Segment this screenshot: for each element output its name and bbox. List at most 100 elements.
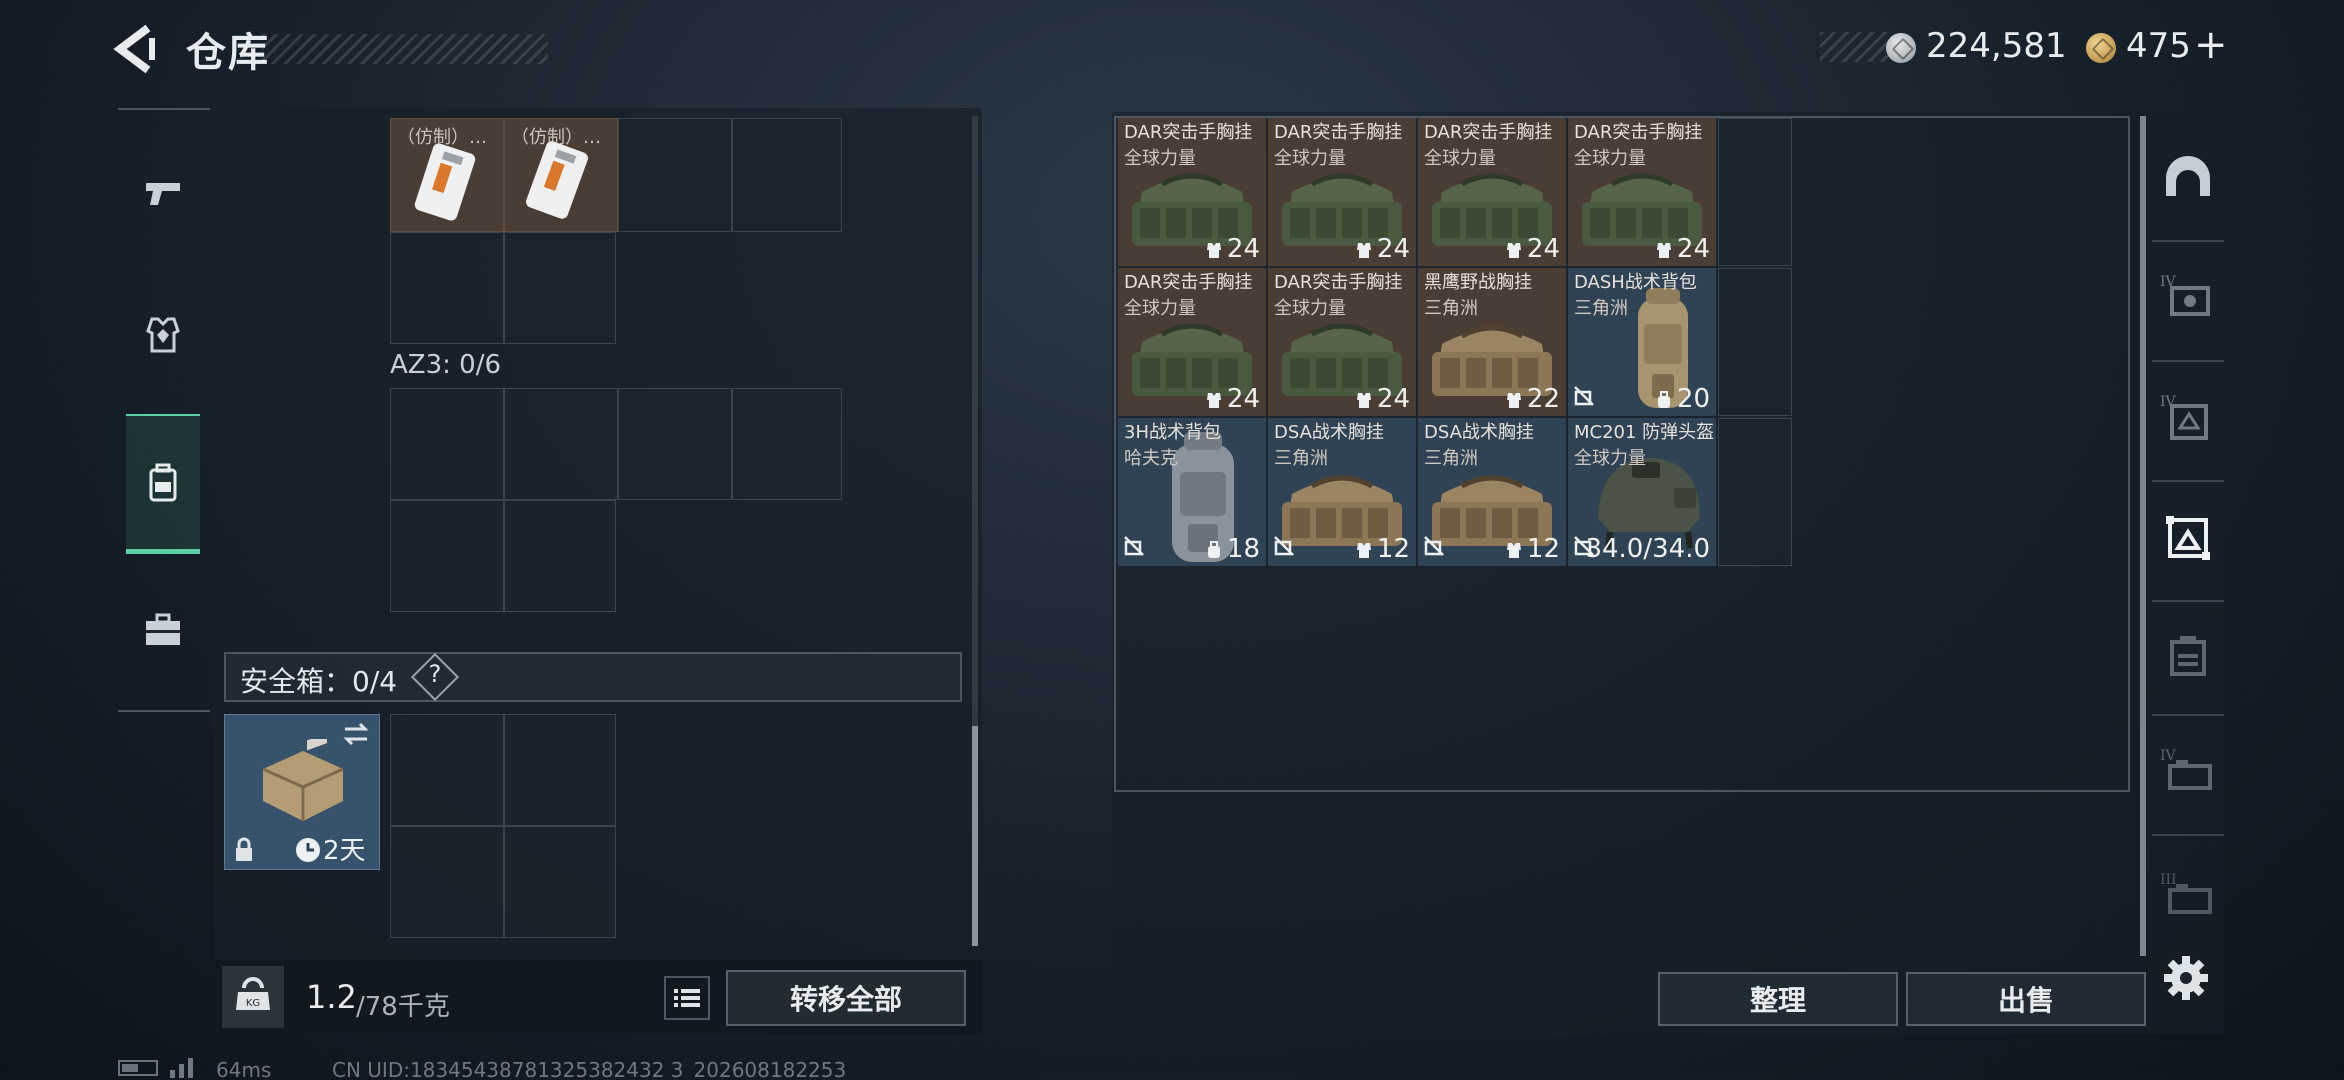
grid-slot[interactable] xyxy=(390,826,504,938)
tab-helmets[interactable] xyxy=(2152,130,2224,230)
item-name: 黑鹰野战胸挂 xyxy=(1424,272,1532,293)
transfer-all-button[interactable]: 转移全部 xyxy=(726,970,966,1026)
stash-item[interactable]: DAR突击手胸挂 全球力量 24 xyxy=(1418,118,1566,266)
grid-slot[interactable] xyxy=(504,826,616,938)
no-insure-icon xyxy=(1274,536,1294,556)
helmet-tab-icon xyxy=(2166,156,2210,196)
settings-button[interactable] xyxy=(2160,952,2212,1004)
stash-item[interactable]: DAR突击手胸挂 全球力量 24 xyxy=(1568,118,1716,266)
item-name: DAR突击手胸挂 xyxy=(1274,272,1403,293)
backpack-tab-icon xyxy=(2170,636,2206,676)
item-name: DAR突击手胸挂 xyxy=(1274,122,1403,143)
list-icon xyxy=(674,989,700,1007)
item-capacity-value: 24 xyxy=(1676,234,1710,264)
item-name: DSA战术胸挂 xyxy=(1424,422,1534,443)
stash-item[interactable]: DSA战术胸挂 三角洲 12 xyxy=(1418,418,1566,566)
item-brand: 全球力量 xyxy=(1274,148,1346,169)
grid-slot[interactable] xyxy=(504,388,618,500)
stash-scrollbar-thumb[interactable] xyxy=(2140,116,2146,956)
stash-item[interactable]: DAR突击手胸挂 全球力量 24 xyxy=(1118,268,1266,416)
stash-item[interactable]: DAR突击手胸挂 全球力量 24 xyxy=(1118,118,1266,266)
tab-armor[interactable] xyxy=(126,266,200,402)
no-insure-icon xyxy=(1574,386,1594,406)
tab-backpacks[interactable] xyxy=(126,414,200,554)
item-brand: 全球力量 xyxy=(1574,148,1646,169)
tab-weapons[interactable] xyxy=(126,124,200,260)
grid-slot[interactable] xyxy=(504,714,616,826)
rig-capacity-icon xyxy=(1506,242,1521,258)
item-capacity-value: 24 xyxy=(1526,234,1560,264)
armor-icon xyxy=(146,317,180,353)
sort-button[interactable]: 整理 xyxy=(1658,972,1898,1026)
safe-case-icon xyxy=(262,739,344,821)
rig-capacity-icon xyxy=(1356,392,1371,408)
list-view-button[interactable] xyxy=(664,976,710,1020)
battery-level xyxy=(122,1064,138,1072)
tab-divider xyxy=(2152,834,2224,836)
item-brand: 三角洲 xyxy=(1424,298,1478,319)
gold-coin-icon xyxy=(2086,33,2116,63)
item-capacity-value: 24 xyxy=(1226,234,1260,264)
svg-text:IV: IV xyxy=(2160,748,2177,764)
grid-slot[interactable] xyxy=(504,500,616,612)
briefcase-icon xyxy=(146,613,180,645)
gold-amount: 475 xyxy=(2126,26,2191,66)
grid-slot[interactable] xyxy=(504,232,616,344)
page-title: 仓库 xyxy=(186,30,270,76)
backpack-iii-icon: III xyxy=(2160,872,2212,914)
item-card[interactable]: （仿制）… xyxy=(390,118,504,232)
restricted-icon-wrap xyxy=(1124,536,1144,560)
item-brand: 全球力量 xyxy=(1274,298,1346,319)
add-currency-button[interactable]: + xyxy=(2194,22,2228,68)
tab-rig-iv[interactable]: IV xyxy=(2152,368,2224,468)
item-card[interactable]: （仿制）… xyxy=(504,118,618,232)
loadout-scrollbar-thumb[interactable] xyxy=(972,726,978,946)
backpack-icon xyxy=(149,463,177,502)
armor-iv-icon: IV xyxy=(2160,274,2210,316)
stash-empty-slot[interactable] xyxy=(1718,268,1792,416)
stash-item[interactable]: DSA战术胸挂 三角洲 12 xyxy=(1268,418,1416,566)
safe-case-slot[interactable]: 2天 xyxy=(224,714,380,870)
safe-case-duration: 2天 xyxy=(323,836,366,866)
item-name: DAR突击手胸挂 xyxy=(1424,122,1553,143)
back-button[interactable] xyxy=(112,22,162,76)
stash-empty-slot[interactable] xyxy=(1718,118,1792,266)
stash-item[interactable]: DAR突击手胸挂 全球力量 24 xyxy=(1268,118,1416,266)
grid-slot[interactable] xyxy=(390,500,504,612)
rig-iv-icon: IV xyxy=(2160,394,2208,440)
item-capacity: 12 xyxy=(1505,534,1560,564)
grid-slot[interactable] xyxy=(390,714,504,826)
stash-empty-slot[interactable] xyxy=(1718,418,1792,566)
rig-capacity-icon xyxy=(1206,242,1221,258)
svg-text:III: III xyxy=(2160,872,2177,888)
tab-divider xyxy=(2152,600,2224,602)
grid-slot[interactable] xyxy=(618,118,732,232)
tab-armor-iv[interactable]: IV xyxy=(2152,248,2224,348)
tab-backpacks-iii[interactable]: III xyxy=(2152,846,2224,946)
tab-cases[interactable] xyxy=(126,562,200,698)
grid-slot[interactable] xyxy=(390,232,504,344)
keycard-item-icon xyxy=(414,143,476,221)
grid-slot[interactable] xyxy=(390,388,504,500)
stash-item[interactable]: DAR突击手胸挂 全球力量 24 xyxy=(1268,268,1416,416)
weight-max: /78千克 xyxy=(356,992,450,1022)
stash-item[interactable]: 黑鹰野战胸挂 三角洲 22 xyxy=(1418,268,1566,416)
restricted-icon-wrap xyxy=(1574,386,1594,410)
tab-backpacks-iv[interactable]: IV xyxy=(2152,722,2224,822)
tab-rigs[interactable] xyxy=(2152,488,2224,588)
backpack-capacity-icon xyxy=(1657,390,1670,408)
item-brand: 三角洲 xyxy=(1274,448,1328,469)
silver-amount: 224,581 xyxy=(1926,26,2067,66)
stash-item[interactable]: MC201 防弹头盔 全球力量 34.0/34.0 xyxy=(1568,418,1716,566)
grid-slot[interactable] xyxy=(732,118,842,232)
stash-item[interactable]: 3H战术背包 哈夫克 18 xyxy=(1118,418,1266,566)
grid-slot[interactable] xyxy=(732,388,842,500)
no-insure-icon xyxy=(1424,536,1444,556)
grid-slot[interactable] xyxy=(618,388,732,500)
sell-button[interactable]: 出售 xyxy=(1906,972,2146,1026)
item-capacity: 12 xyxy=(1355,534,1410,564)
swap-icon xyxy=(343,722,369,746)
item-capacity-value: 24 xyxy=(1376,384,1410,414)
tab-backpacks-right[interactable] xyxy=(2152,606,2224,706)
stash-item[interactable]: DASH战术背包 三角洲 20 xyxy=(1568,268,1716,416)
